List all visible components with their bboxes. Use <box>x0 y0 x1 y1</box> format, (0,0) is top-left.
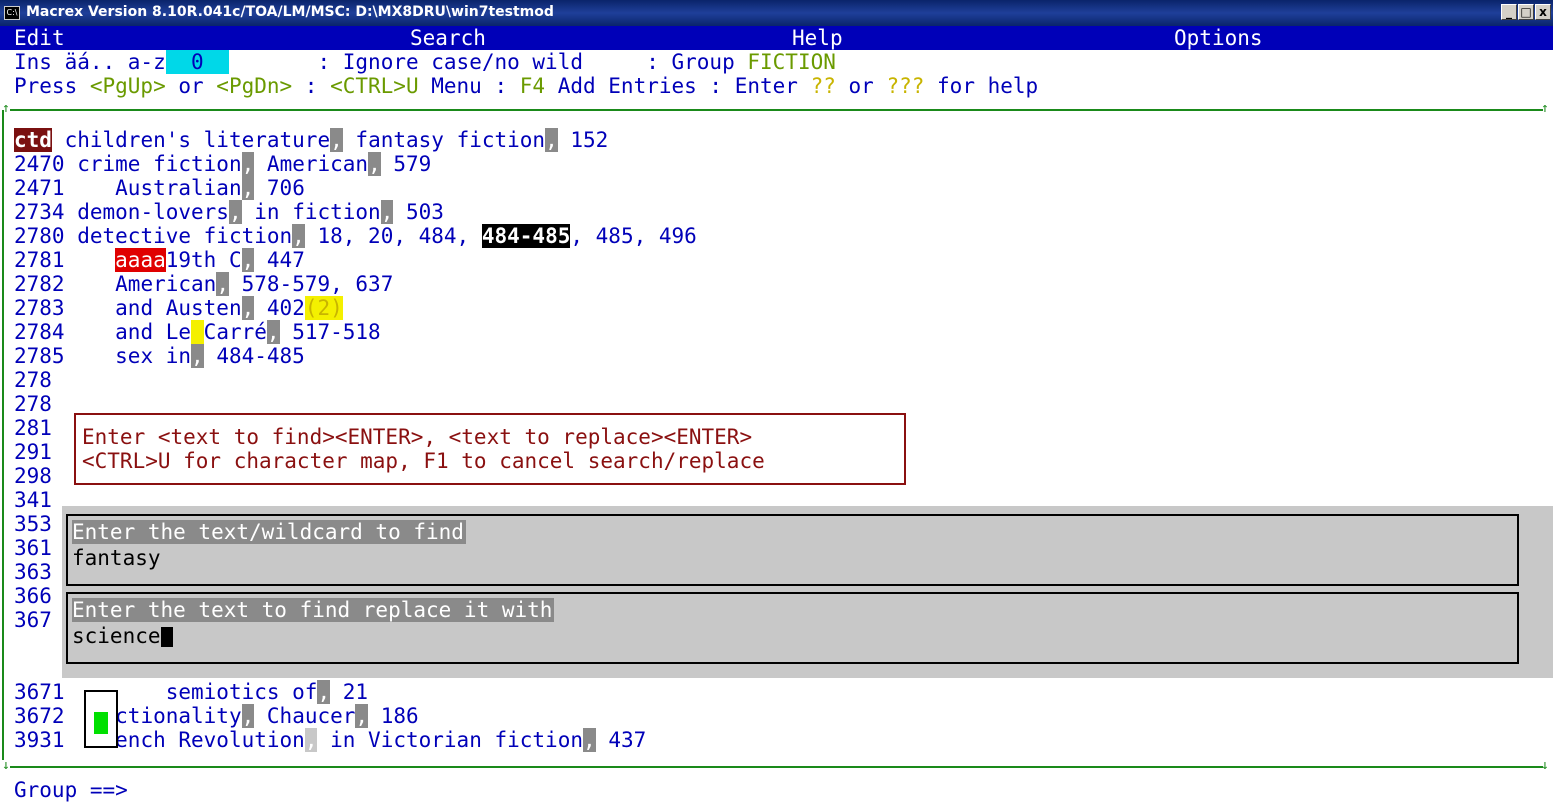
row-number: 361 <box>14 536 52 560</box>
console-icon[interactable]: C:\ <box>4 6 20 20</box>
scroll-down-arrow-right[interactable]: ↓ <box>1541 759 1551 773</box>
key-help-long: ??? <box>886 74 925 98</box>
list-item[interactable]: 3672 ctionality, Chaucer, 186 <box>14 704 419 728</box>
key-ctrl-u: <CTRL>U <box>330 74 419 98</box>
menu-edit-label: dit <box>26 26 65 50</box>
entry-number: 2471 <box>14 176 65 200</box>
status-case: : Ignore case/no wild <box>317 50 583 74</box>
close-button[interactable]: x <box>1535 4 1551 20</box>
list-item[interactable]: ctd children's literature, fantasy ficti… <box>14 128 608 152</box>
title-bar[interactable]: C:\ Macrex Version 8.10R.041c/TOA/LM/MSC… <box>0 0 1553 26</box>
key-pgdn: <PgDn> <box>216 74 293 98</box>
status-mode: Ins äá.. a-z <box>14 50 166 74</box>
find-caption: Enter the text/wildcard to find <box>72 520 466 544</box>
console-area: Edit Search Help Options Ins äá.. a-z 0 … <box>0 26 1553 804</box>
menu-options[interactable]: Options <box>1174 26 1263 50</box>
row-number: 278 <box>14 392 52 416</box>
code-tag: aaaa <box>115 248 166 272</box>
scroll-up-arrow-right[interactable]: ↑ <box>1541 102 1551 116</box>
status-group: : Group FICTION <box>646 50 836 74</box>
entry-number: 3672 <box>14 704 65 728</box>
menu-help[interactable]: Help <box>792 26 843 50</box>
list-item[interactable]: 3671 semiotics of, 21 <box>14 680 368 704</box>
list-item[interactable]: 2784 and Le Carré, 517-518 <box>14 320 381 344</box>
find-field[interactable]: Enter the text/wildcard to find fantasy <box>66 514 1519 586</box>
locator-count: (2) <box>304 296 343 320</box>
menu-help-hotkey: H <box>792 26 805 50</box>
row-number: 281 <box>14 416 52 440</box>
entry-number: 3671 <box>14 680 65 704</box>
entry-number: 2784 <box>14 320 65 344</box>
list-item[interactable]: 2785 sex in, 484-485 <box>14 344 305 368</box>
row-number: 366 <box>14 584 52 608</box>
list-item[interactable]: 2470 crime fiction, American, 579 <box>14 152 431 176</box>
minimize-button[interactable]: _ <box>1501 4 1517 20</box>
menu-help-label: elp <box>804 26 843 50</box>
menu-options-label: ptions <box>1186 26 1263 50</box>
list-item[interactable]: 2782 American, 578-579, 637 <box>14 272 393 296</box>
highlighted-locator: 484-485 <box>481 224 571 248</box>
menu-edit[interactable]: Edit <box>14 26 65 50</box>
search-replace-message: Enter <text to find><ENTER>, <text to re… <box>74 413 906 485</box>
replace-input[interactable]: science <box>72 624 173 648</box>
list-item[interactable]: 2780 detective fiction, 18, 20, 484, 484… <box>14 224 697 248</box>
entry-number: ctd <box>14 128 52 152</box>
key-f4: F4 <box>519 74 546 98</box>
entry-number: 2470 <box>14 152 65 176</box>
status-count: 0 <box>165 50 229 74</box>
list-item[interactable]: 2734 demon-lovers, in fiction, 503 <box>14 200 444 224</box>
scroll-down-arrow[interactable]: ↓ <box>2 759 12 773</box>
message-line-2: <CTRL>U for character map, F1 to cancel … <box>82 449 765 473</box>
menu-search-hotkey: S <box>410 26 423 50</box>
row-number: 363 <box>14 560 52 584</box>
bottom-separator <box>10 766 1543 768</box>
green-marker <box>94 712 108 734</box>
window-title: Macrex Version 8.10R.041c/TOA/LM/MSC: D:… <box>26 4 554 20</box>
entry-number: 2782 <box>14 272 65 296</box>
entry-number: 3931 <box>14 728 65 752</box>
menu-search[interactable]: Search <box>410 26 486 50</box>
status-line: Ins äá.. a-z 0 : Ignore case/no wild : G… <box>14 50 836 74</box>
menu-edit-hotkey: E <box>14 26 27 50</box>
hint-line: Press <PgUp> or <PgDn> : <CTRL>U Menu : … <box>14 74 1039 98</box>
entry-number: 2785 <box>14 344 65 368</box>
console-window: C:\ Macrex Version 8.10R.041c/TOA/LM/MSC… <box>0 0 1553 804</box>
list-item[interactable]: 2783 and Austen, 402(2) <box>14 296 343 320</box>
row-number: 367 <box>14 608 52 632</box>
dialog-panel: Enter the text/wildcard to find fantasy … <box>62 506 1553 678</box>
top-separator <box>10 109 1543 111</box>
replace-caption: Enter the text to find replace it with <box>72 598 555 622</box>
row-number: 353 <box>14 512 52 536</box>
left-scroll-track[interactable] <box>2 110 4 760</box>
replace-field[interactable]: Enter the text to find replace it with s… <box>66 592 1519 664</box>
group-prompt[interactable]: Group ==> <box>14 778 128 802</box>
list-item[interactable]: 2471 Australian, 706 <box>14 176 305 200</box>
marker-box[interactable] <box>84 690 118 748</box>
menu-bar: Edit Search Help Options <box>0 26 1553 50</box>
entry-number: 2734 <box>14 200 65 224</box>
entry-number: 2781 <box>14 248 65 272</box>
menu-options-hotkey: O <box>1174 26 1187 50</box>
find-input[interactable]: fantasy <box>72 546 161 570</box>
list-item[interactable]: 2781 aaaa19th C, 447 <box>14 248 305 272</box>
row-number: 278 <box>14 368 52 392</box>
entry-number: 2780 <box>14 224 65 248</box>
menu-search-label: earch <box>422 26 486 50</box>
text-cursor <box>160 627 173 647</box>
entry-number: 2783 <box>14 296 65 320</box>
row-number: 341 <box>14 488 52 512</box>
maximize-button[interactable]: □ <box>1518 4 1534 20</box>
key-help-short: ?? <box>810 74 836 98</box>
key-pgup: <PgUp> <box>89 74 166 98</box>
row-number: 291 <box>14 440 52 464</box>
row-number: 298 <box>14 464 52 488</box>
message-line-1: Enter <text to find><ENTER>, <text to re… <box>82 425 753 449</box>
